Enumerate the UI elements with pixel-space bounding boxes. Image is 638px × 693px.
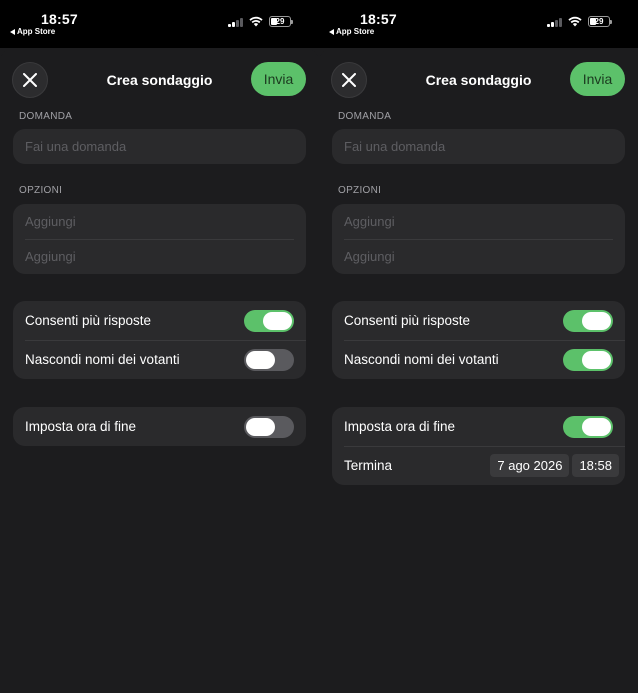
options-field: Aggiungi Aggiungi [332,204,625,274]
set-end-time-toggle[interactable] [563,415,613,438]
status-bar: 18:57 App Store 29 [319,0,638,48]
back-to-app-link[interactable]: App Store [329,27,374,36]
battery-icon: 29 [588,16,612,27]
wifi-icon [568,16,582,27]
hide-voter-names-row: Nascondi nomi dei votanti [332,340,625,379]
option-input[interactable]: Aggiungi [332,239,625,274]
set-end-time-toggle[interactable] [244,415,294,438]
wifi-icon [249,16,263,27]
status-time: 18:57 [41,11,78,27]
battery-icon: 29 [269,16,293,27]
allow-multiple-answers-label: Consenti più risposte [344,313,471,328]
end-datetime-pickers: 7 ago 2026 18:58 [490,454,619,477]
phone-screen-left: 18:57 App Store 29 Crea sondaggio Invia … [0,0,319,693]
question-field: Fai una domanda [332,129,625,164]
status-indicators: 29 [228,16,293,27]
battery-level: 29 [275,17,285,26]
back-to-app-link[interactable]: App Store [10,27,55,36]
question-section-label: DOMANDA [19,111,73,122]
create-poll-sheet: Crea sondaggio Invia DOMANDA Fai una dom… [0,48,319,693]
end-time-group: Imposta ora di fine [13,407,306,446]
signal-icon [228,17,243,27]
ends-label: Termina [344,458,393,473]
question-section-label: DOMANDA [338,111,392,122]
allow-multiple-answers-row: Consenti più risposte [332,301,625,340]
question-field: Fai una domanda [13,129,306,164]
send-button[interactable]: Invia [570,62,625,96]
ends-row: Termina 7 ago 2026 18:58 [332,446,625,485]
end-time-group: Imposta ora di fine Termina 7 ago 2026 1… [332,407,625,485]
question-input[interactable]: Fai una domanda [332,129,625,164]
option-input[interactable]: Aggiungi [13,239,306,274]
status-time: 18:57 [360,11,397,27]
hide-voter-names-toggle[interactable] [563,348,613,371]
allow-multiple-answers-toggle[interactable] [563,309,613,332]
back-arrow-icon [329,28,334,35]
status-indicators: 29 [547,16,612,27]
set-end-time-row: Imposta ora di fine [332,407,625,446]
back-app-label: App Store [336,27,375,36]
end-time-picker[interactable]: 18:58 [572,454,619,477]
set-end-time-label: Imposta ora di fine [25,419,137,434]
hide-voter-names-row: Nascondi nomi dei votanti [13,340,306,379]
set-end-time-row: Imposta ora di fine [13,407,306,446]
hide-voter-names-label: Nascondi nomi dei votanti [344,352,499,367]
allow-multiple-answers-label: Consenti più risposte [25,313,152,328]
signal-icon [547,17,562,27]
battery-level: 29 [594,17,604,26]
options-field: Aggiungi Aggiungi [13,204,306,274]
create-poll-sheet: Crea sondaggio Invia DOMANDA Fai una dom… [319,48,638,693]
hide-voter-names-label: Nascondi nomi dei votanti [25,352,180,367]
hide-voter-names-toggle[interactable] [244,348,294,371]
question-input[interactable]: Fai una domanda [13,129,306,164]
end-date-picker[interactable]: 7 ago 2026 [490,454,570,477]
phone-screen-right: 18:57 App Store 29 Crea sondaggio Invia … [319,0,638,693]
options-section-label: OPZIONI [338,185,382,196]
poll-settings-group: Consenti più risposte Nascondi nomi dei … [332,301,625,379]
options-section-label: OPZIONI [19,185,63,196]
back-app-label: App Store [17,27,56,36]
send-button[interactable]: Invia [251,62,306,96]
back-arrow-icon [10,28,15,35]
allow-multiple-answers-row: Consenti più risposte [13,301,306,340]
option-input[interactable]: Aggiungi [13,204,306,239]
poll-settings-group: Consenti più risposte Nascondi nomi dei … [13,301,306,379]
status-bar: 18:57 App Store 29 [0,0,319,48]
set-end-time-label: Imposta ora di fine [344,419,456,434]
option-input[interactable]: Aggiungi [332,204,625,239]
allow-multiple-answers-toggle[interactable] [244,309,294,332]
